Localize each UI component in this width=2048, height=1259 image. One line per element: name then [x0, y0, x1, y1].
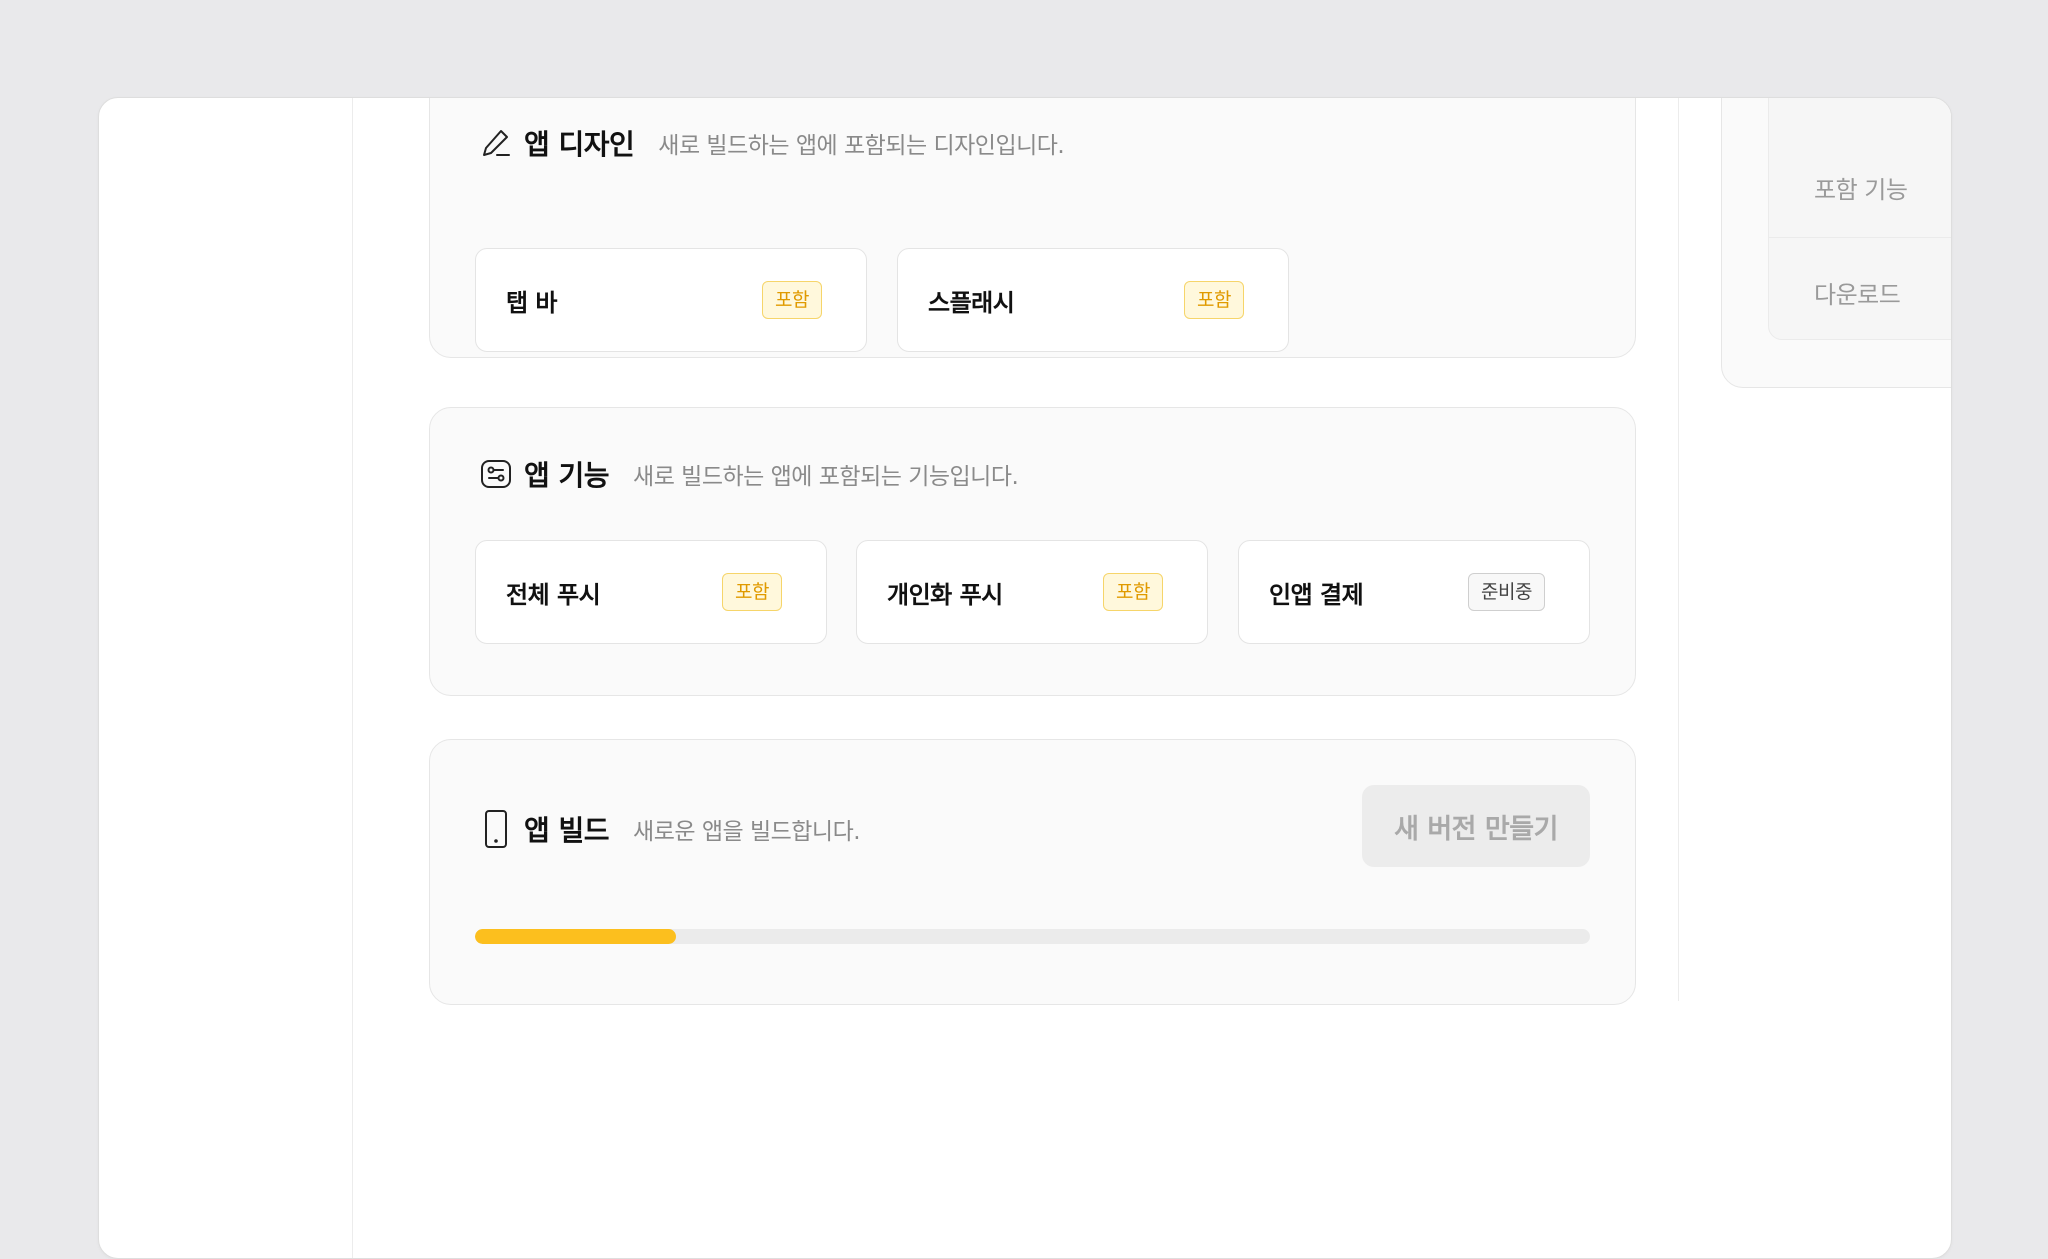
- app-window: 앱 디자인 새로 빌드하는 앱에 포함되는 디자인입니다. 탭 바 포함 스플래…: [98, 97, 1952, 1259]
- included-badge: 포함: [722, 573, 782, 611]
- app-features-description: 새로 빌드하는 앱에 포함되는 기능입니다.: [633, 464, 1019, 490]
- settings-toggle-icon: [480, 458, 512, 490]
- app-design-description: 새로 빌드하는 앱에 포함되는 디자인입니다.: [658, 133, 1065, 159]
- feature-item-in-app-payment[interactable]: 인앱 결제 준비중: [1238, 540, 1590, 644]
- app-features-card: 앱 기능 새로 빌드하는 앱에 포함되는 기능입니다. 전체 푸시 포함 개인화…: [429, 407, 1636, 696]
- feature-item-global-push[interactable]: 전체 푸시 포함: [475, 540, 827, 644]
- feature-item-label: 인앱 결제: [1269, 580, 1364, 609]
- app-design-title: 앱 디자인: [524, 128, 635, 161]
- side-nav-item-included-features[interactable]: 포함 기능: [1814, 170, 1908, 205]
- phone-icon: [480, 810, 512, 848]
- design-item-label: 스플래시: [928, 288, 1015, 317]
- feature-item-label: 개인화 푸시: [887, 580, 1003, 609]
- design-item-label: 탭 바: [506, 288, 558, 317]
- build-progress-fill: [475, 929, 676, 944]
- side-nav-separator: [1769, 237, 1951, 238]
- app-features-title: 앱 기능: [524, 459, 610, 492]
- included-badge: 포함: [1184, 281, 1244, 319]
- design-item-tab-bar[interactable]: 탭 바 포함: [475, 248, 867, 352]
- build-progress-bar: [475, 929, 1590, 944]
- app-design-card: 앱 디자인 새로 빌드하는 앱에 포함되는 디자인입니다. 탭 바 포함 스플래…: [429, 98, 1636, 358]
- design-item-splash[interactable]: 스플래시 포함: [897, 248, 1289, 352]
- right-column-divider: [1678, 98, 1679, 1001]
- feature-item-personalized-push[interactable]: 개인화 푸시 포함: [856, 540, 1208, 644]
- app-design-header: 앱 디자인 새로 빌드하는 앱에 포함되는 디자인입니다.: [480, 123, 1065, 163]
- pending-badge: 준비중: [1468, 573, 1545, 611]
- app-features-header: 앱 기능 새로 빌드하는 앱에 포함되는 기능입니다.: [480, 454, 1019, 494]
- app-build-header: 앱 빌드 새로운 앱을 빌드합니다.: [480, 809, 861, 849]
- feature-item-label: 전체 푸시: [506, 580, 601, 609]
- app-build-description: 새로운 앱을 빌드합니다.: [633, 819, 861, 845]
- side-nav-item-download[interactable]: 다운로드: [1814, 275, 1901, 310]
- app-build-title: 앱 빌드: [524, 814, 610, 847]
- included-badge: 포함: [762, 281, 822, 319]
- create-new-version-button[interactable]: 새 버전 만들기: [1362, 785, 1590, 867]
- pen-icon: [480, 127, 512, 159]
- app-build-card: 앱 빌드 새로운 앱을 빌드합니다. 새 버전 만들기: [429, 739, 1636, 1005]
- sidebar-divider: [352, 98, 353, 1258]
- included-badge: 포함: [1103, 573, 1163, 611]
